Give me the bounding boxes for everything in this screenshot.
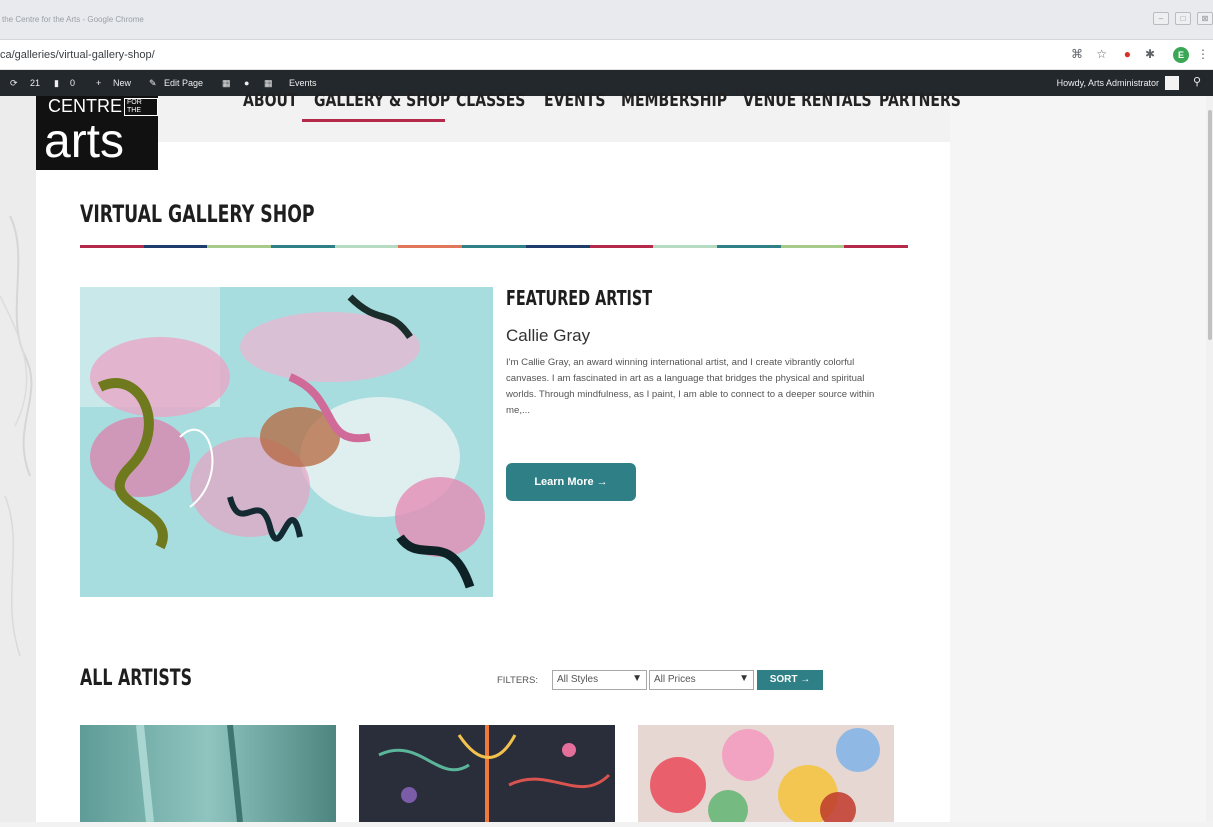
- color-divider-segment: [844, 245, 908, 248]
- featured-artist-name: Callie Gray: [506, 326, 591, 345]
- url-field[interactable]: ca/galleries/virtual-gallery-shop/: [0, 49, 155, 61]
- artist-card-image[interactable]: [80, 725, 336, 822]
- color-divider-segment: [525, 245, 590, 248]
- page-background-right: [950, 96, 1213, 822]
- logo-for-the-text: FOR THE: [124, 98, 158, 116]
- nav-item-gallery-shop[interactable]: GALLERY & SHOP: [314, 90, 450, 111]
- artist-card-image[interactable]: [359, 725, 615, 822]
- nav-item-partners[interactable]: PARTNERS: [879, 90, 961, 111]
- profile-avatar[interactable]: E: [1173, 47, 1189, 63]
- color-divider-segment: [716, 245, 781, 248]
- qr-code-icon[interactable]: ⌘: [1071, 47, 1083, 61]
- address-bar: ca/galleries/virtual-gallery-shop/ ⌘ ☆ ●…: [0, 40, 1213, 70]
- logo-arts-text: arts: [44, 115, 125, 168]
- color-divider-segment: [80, 245, 144, 248]
- minimize-button[interactable]: –: [1153, 12, 1169, 25]
- wp-admin-bar: ⟳ 21 ▮ 0 + New ✎ Edit Page ▦ ● ▦ Events …: [0, 70, 1213, 96]
- maximize-button[interactable]: □: [1175, 12, 1191, 25]
- color-divider-segment: [653, 245, 717, 248]
- howdy-user[interactable]: Howdy, Arts Administrator: [1057, 78, 1159, 88]
- yoast-icon[interactable]: ▦: [222, 78, 231, 89]
- active-nav-underline: [302, 119, 445, 122]
- page-title: VIRTUAL GALLERY SHOP: [80, 200, 315, 228]
- status-dot-icon[interactable]: ●: [244, 78, 249, 88]
- scrollbar-thumb[interactable]: [1208, 110, 1212, 340]
- edit-page-link[interactable]: Edit Page: [164, 78, 203, 88]
- color-divider-segment: [271, 245, 335, 248]
- calendar-icon[interactable]: ▦: [264, 78, 273, 89]
- color-divider-segment: [143, 245, 208, 248]
- bookmark-star-icon[interactable]: ☆: [1096, 47, 1107, 61]
- window-controls: – □ ⊠: [1153, 12, 1213, 25]
- nav-item-events[interactable]: EVENTS: [544, 90, 605, 111]
- chevron-down-icon: ▼: [739, 673, 749, 684]
- updates-icon[interactable]: ⟳: [10, 78, 18, 89]
- extension-icon[interactable]: ●: [1124, 47, 1131, 61]
- logo-centre-text: CENTRE: [48, 96, 123, 116]
- learn-more-button[interactable]: Learn More →: [506, 463, 636, 501]
- site-logo[interactable]: CENTRE FOR THE arts: [36, 96, 158, 170]
- color-divider-segment: [207, 245, 272, 248]
- sort-button[interactable]: SORT →: [757, 670, 823, 690]
- artwork-thumbnail: [80, 725, 336, 822]
- price-filter-value: All Prices: [654, 674, 696, 685]
- nav-item-membership[interactable]: MEMBERSHIP: [621, 90, 727, 111]
- updates-count[interactable]: 21: [30, 78, 40, 88]
- new-link[interactable]: New: [113, 78, 131, 88]
- nav-item-classes[interactable]: CLASSES: [456, 90, 525, 111]
- nav-item-venue-rentals[interactable]: VENUE RENTALS: [743, 90, 872, 111]
- featured-artist-bio: I'm Callie Gray, an award winning intern…: [506, 357, 875, 416]
- featured-artwork-image[interactable]: [80, 287, 493, 597]
- color-divider-segment: [589, 245, 654, 248]
- price-filter-select[interactable]: All Prices ▼: [649, 670, 754, 690]
- artist-card-image[interactable]: [638, 725, 894, 822]
- window-title: the Centre for the Arts - Google Chrome: [2, 15, 144, 24]
- comments-icon[interactable]: ▮: [54, 78, 59, 89]
- all-artists-heading: ALL ARTISTS: [80, 666, 193, 691]
- color-divider-segment: [334, 245, 399, 248]
- style-filter-select[interactable]: All Styles ▼: [552, 670, 647, 690]
- chevron-down-icon: ▼: [632, 673, 642, 684]
- featured-artist-heading: FEATURED ARTIST: [506, 286, 653, 310]
- menu-kebab-icon[interactable]: ⋮: [1197, 47, 1209, 61]
- color-divider-segment: [398, 245, 463, 248]
- artwork-thumbnail: [638, 725, 894, 822]
- puzzle-icon[interactable]: ✱: [1145, 47, 1155, 61]
- comments-count[interactable]: 0: [70, 78, 75, 88]
- color-divider-segment: [462, 245, 526, 248]
- color-divider: [80, 245, 908, 248]
- style-filter-value: All Styles: [557, 674, 599, 685]
- abstract-painting: [80, 287, 493, 597]
- artwork-thumbnail: [359, 725, 615, 822]
- events-link[interactable]: Events: [289, 78, 317, 88]
- close-button[interactable]: ⊠: [1197, 12, 1213, 25]
- pencil-icon[interactable]: ✎: [149, 78, 157, 89]
- search-icon[interactable]: ⚲: [1193, 75, 1201, 88]
- color-divider-segment: [780, 245, 845, 248]
- plus-icon[interactable]: +: [96, 78, 101, 88]
- nav-item-about[interactable]: ABOUT: [243, 90, 297, 111]
- user-avatar[interactable]: [1165, 76, 1179, 90]
- browser-title-bar: the Centre for the Arts - Google Chrome …: [0, 0, 1213, 40]
- filters-label: FILTERS:: [497, 675, 538, 686]
